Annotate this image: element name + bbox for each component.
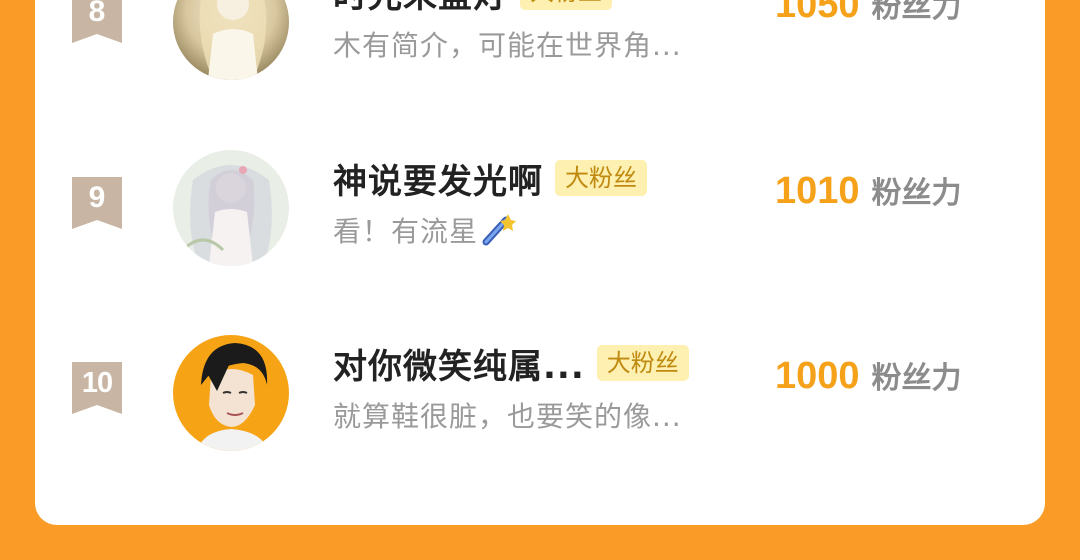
user-bio: 就算鞋很脏，也要笑的像... (333, 400, 682, 433)
fan-power: 1000 粉丝力 (775, 353, 962, 398)
user-name[interactable]: 对你微笑纯属... (333, 339, 585, 388)
fan-ranking-card: 8 时光未盏灯 大粉丝 木有简介，可能在世界角... (35, 0, 1045, 525)
avatar[interactable] (173, 150, 289, 266)
fan-power-unit: 粉丝力 (871, 176, 962, 211)
rank-badge: 10 (72, 362, 122, 414)
user-bio: 木有简介，可能在世界角... (333, 29, 682, 62)
fan-power: 1010 粉丝力 (775, 168, 962, 213)
rank-number: 10 (81, 367, 113, 399)
fan-power-value: 1000 (775, 355, 860, 397)
rank-badge: 9 (72, 177, 122, 229)
rank-badge: 8 (72, 0, 122, 43)
user-name[interactable]: 时光未盏灯 (333, 0, 508, 17)
fan-power: 1050 粉丝力 (775, 0, 962, 27)
user-bio: 看！有流星 (333, 210, 517, 255)
ranking-row[interactable]: 9 神说要发光啊 大粉丝 看！有流星 1010 粉丝力 (35, 150, 1045, 270)
rank-number: 8 (88, 0, 106, 28)
fan-power-unit: 粉丝力 (871, 361, 962, 396)
rank-number: 9 (88, 181, 106, 214)
fan-level-badge: 大粉丝 (520, 0, 612, 10)
ranking-row[interactable]: 8 时光未盏灯 大粉丝 木有简介，可能在世界角... (35, 0, 1045, 84)
fan-power-value: 1010 (775, 170, 860, 212)
fan-power-value: 1050 (775, 0, 860, 26)
fan-power-unit: 粉丝力 (871, 0, 962, 25)
fan-level-badge: 大粉丝 (596, 345, 689, 381)
user-name[interactable]: 神说要发光啊 (333, 154, 543, 203)
fan-level-badge: 大粉丝 (555, 160, 647, 196)
user-bio-text: 看！有流星 (333, 215, 479, 248)
avatar[interactable] (173, 335, 289, 451)
shooting-star-icon (480, 212, 517, 255)
ranking-row[interactable]: 10 对你微笑纯属... 大粉丝 就算鞋很脏，也要笑的像... 1000 粉丝力 (35, 335, 1045, 455)
avatar[interactable] (173, 0, 289, 80)
